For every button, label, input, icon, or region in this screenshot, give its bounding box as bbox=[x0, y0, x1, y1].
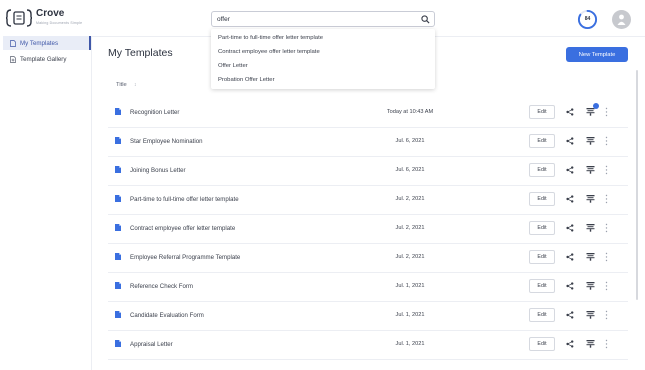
document-icon bbox=[115, 137, 121, 144]
row-title[interactable]: Reference Check Form bbox=[130, 283, 193, 290]
share-icon[interactable] bbox=[566, 224, 574, 232]
table-row[interactable]: Reference Check Form Jul. 1, 2021 Edit bbox=[108, 272, 628, 302]
table-row[interactable]: Joining Bonus Letter Jul. 6, 2021 Edit bbox=[108, 156, 628, 186]
app-name: Crove bbox=[36, 8, 65, 19]
row-date: Jul. 2, 2021 bbox=[395, 254, 425, 260]
stack-icon[interactable] bbox=[586, 281, 595, 290]
notification-badge bbox=[593, 103, 599, 109]
edit-button[interactable]: Edit bbox=[529, 279, 555, 293]
table-row[interactable]: Star Employee Nomination Jul. 6, 2021 Ed… bbox=[108, 127, 628, 157]
share-icon[interactable] bbox=[566, 137, 574, 145]
sidebar-item-label: Template Gallery bbox=[20, 55, 67, 63]
crove-logo-icon[interactable] bbox=[6, 8, 32, 28]
search-suggestions: Part-time to full-time offer letter temp… bbox=[211, 29, 435, 89]
edit-button[interactable]: Edit bbox=[529, 105, 555, 119]
table-row[interactable]: Candidate Evaluation Form Jul. 1, 2021 E… bbox=[108, 301, 628, 331]
table-row[interactable]: Contract employee offer letter template … bbox=[108, 214, 628, 244]
edit-button[interactable]: Edit bbox=[529, 134, 555, 148]
document-icon bbox=[115, 340, 121, 347]
document-icon bbox=[10, 39, 16, 47]
document-icon bbox=[115, 195, 121, 202]
row-title[interactable]: Appraisal Letter bbox=[130, 341, 173, 348]
row-title[interactable]: Candidate Evaluation Form bbox=[130, 312, 204, 319]
sidebar-item-label: My Templates bbox=[20, 39, 59, 47]
row-title[interactable]: Joining Bonus Letter bbox=[130, 167, 186, 174]
table-row[interactable]: Part-time to full-time offer letter temp… bbox=[108, 185, 628, 215]
document-icon bbox=[115, 282, 121, 289]
row-title[interactable]: Part-time to full-time offer letter temp… bbox=[130, 196, 239, 203]
row-date: Jul. 1, 2021 bbox=[395, 283, 425, 289]
gallery-icon bbox=[10, 55, 16, 63]
stack-icon[interactable] bbox=[586, 136, 595, 145]
sidebar bbox=[0, 36, 92, 370]
row-date: Jul. 6, 2021 bbox=[395, 167, 425, 173]
stack-icon[interactable] bbox=[586, 165, 595, 174]
row-title[interactable]: Recognition Letter bbox=[130, 109, 179, 116]
more-vertical-icon[interactable] bbox=[605, 252, 608, 262]
search-field[interactable] bbox=[211, 11, 435, 27]
more-vertical-icon[interactable] bbox=[605, 107, 608, 117]
sidebar-item-template-gallery[interactable]: Template Gallery bbox=[3, 52, 91, 66]
sidebar-item-my-templates[interactable]: My Templates bbox=[3, 36, 91, 50]
table-row[interactable]: Employee Referral Programme Template Jul… bbox=[108, 243, 628, 273]
edit-button[interactable]: Edit bbox=[529, 192, 555, 206]
row-date: Jul. 1, 2021 bbox=[395, 341, 425, 347]
share-icon[interactable] bbox=[566, 166, 574, 174]
row-date: Jul. 1, 2021 bbox=[395, 312, 425, 318]
row-date: Jul. 6, 2021 bbox=[395, 138, 425, 144]
suggestion-item[interactable]: Offer Letter bbox=[218, 63, 248, 69]
suggestion-item[interactable]: Probation Offer Letter bbox=[218, 77, 275, 83]
share-icon[interactable] bbox=[566, 282, 574, 290]
more-vertical-icon[interactable] bbox=[605, 136, 608, 146]
edit-button[interactable]: Edit bbox=[529, 337, 555, 351]
share-icon[interactable] bbox=[566, 340, 574, 348]
more-vertical-icon[interactable] bbox=[605, 281, 608, 291]
share-icon[interactable] bbox=[566, 195, 574, 203]
row-title[interactable]: Employee Referral Programme Template bbox=[130, 254, 240, 261]
more-vertical-icon[interactable] bbox=[605, 223, 608, 233]
table-row[interactable]: Recognition Letter Today at 10:43 AM Edi… bbox=[108, 98, 628, 128]
stack-icon[interactable] bbox=[586, 339, 595, 348]
sort-icon[interactable]: ↕ bbox=[134, 82, 137, 88]
suggestion-item[interactable]: Contract employee offer letter template bbox=[218, 49, 320, 55]
stack-icon[interactable] bbox=[586, 194, 595, 203]
edit-button[interactable]: Edit bbox=[529, 250, 555, 264]
edit-button[interactable]: Edit bbox=[529, 308, 555, 322]
row-date: Today at 10:43 AM bbox=[386, 109, 434, 115]
share-icon[interactable] bbox=[566, 108, 574, 116]
document-icon bbox=[115, 166, 121, 173]
column-header-title[interactable]: Title bbox=[116, 82, 127, 88]
document-icon bbox=[115, 253, 121, 260]
progress-value: 84 bbox=[584, 16, 591, 22]
stack-icon[interactable] bbox=[586, 252, 595, 261]
search-icon[interactable] bbox=[421, 15, 430, 24]
document-icon bbox=[115, 108, 121, 115]
more-vertical-icon[interactable] bbox=[605, 194, 608, 204]
user-icon bbox=[617, 14, 626, 25]
table-row[interactable]: Appraisal Letter Jul. 1, 2021 Edit bbox=[108, 330, 628, 360]
more-vertical-icon[interactable] bbox=[605, 165, 608, 175]
document-icon bbox=[115, 224, 121, 231]
edit-button[interactable]: Edit bbox=[529, 221, 555, 235]
page-title: My Templates bbox=[108, 47, 173, 59]
row-title[interactable]: Star Employee Nomination bbox=[130, 138, 202, 145]
row-date: Jul. 2, 2021 bbox=[395, 196, 425, 202]
suggestion-item[interactable]: Part-time to full-time offer letter temp… bbox=[218, 35, 323, 41]
scrollbar[interactable] bbox=[636, 70, 638, 300]
more-vertical-icon[interactable] bbox=[605, 339, 608, 349]
share-icon[interactable] bbox=[566, 311, 574, 319]
share-icon[interactable] bbox=[566, 253, 574, 261]
document-icon bbox=[115, 311, 121, 318]
more-vertical-icon[interactable] bbox=[605, 310, 608, 320]
stack-icon[interactable] bbox=[586, 310, 595, 319]
new-template-button[interactable]: New Template bbox=[566, 47, 628, 62]
row-date: Jul. 2, 2021 bbox=[395, 225, 425, 231]
edit-button[interactable]: Edit bbox=[529, 163, 555, 177]
row-title[interactable]: Contract employee offer letter template bbox=[130, 225, 235, 232]
stack-icon[interactable] bbox=[586, 223, 595, 232]
app-tagline: Making Documents Simple bbox=[36, 21, 83, 25]
search-input[interactable] bbox=[217, 14, 407, 25]
